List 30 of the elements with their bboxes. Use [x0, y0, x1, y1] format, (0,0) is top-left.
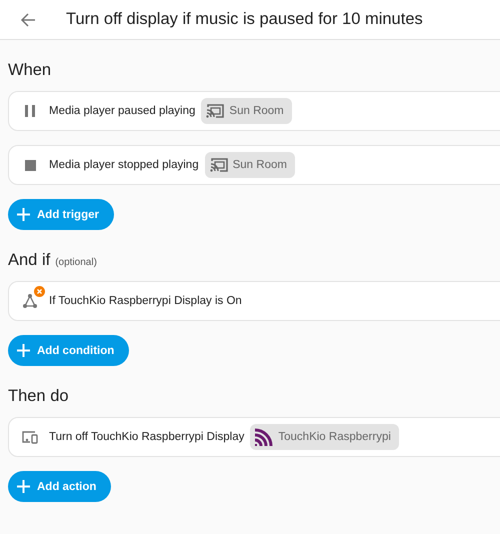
stop-icon: [24, 160, 36, 170]
plus-icon: [17, 344, 30, 357]
item-text: If TouchKio Raspberrypi Display is On: [49, 295, 242, 307]
section-heading: Then do: [8, 387, 69, 406]
entity-chip[interactable]: TouchKio Raspberrypi: [250, 424, 399, 450]
action-card[interactable]: Turn off TouchKio Raspberrypi Display TouchKio Raspberrypi: [8, 417, 500, 457]
trigger-card[interactable]: Media player stopped playing Sun Room: [8, 145, 500, 185]
page-title: Turn off display if music is paused for 10 minutes: [66, 10, 423, 29]
item-text: Media player paused playing: [49, 105, 196, 117]
section-heading: And if: [8, 251, 50, 270]
add-button[interactable]: Add action: [8, 471, 112, 502]
add-button[interactable]: Add trigger: [8, 199, 114, 230]
devices-icon: [21, 430, 39, 444]
section-note: (optional): [55, 257, 97, 268]
cast-icon: [208, 157, 229, 173]
entity-chip[interactable]: Sun Room: [204, 152, 295, 178]
wireless-signal-icon: [254, 427, 274, 447]
triangle-nodes-icon: [22, 293, 38, 309]
add-button[interactable]: Add condition: [8, 335, 130, 366]
trigger-card[interactable]: Media player paused playing Sun Room: [8, 91, 500, 131]
cast-icon: [205, 103, 226, 119]
back-arrow-icon[interactable]: [20, 12, 36, 28]
pause-icon: [25, 105, 35, 117]
plus-icon: [17, 480, 30, 493]
item-text: Turn off TouchKio Raspberrypi Display: [49, 431, 244, 443]
plus-icon: [17, 208, 30, 221]
item-text: Media player stopped playing: [49, 159, 199, 171]
section-heading: When: [8, 61, 52, 80]
condition-card[interactable]: If TouchKio Raspberrypi Display is On: [8, 281, 500, 321]
entity-chip[interactable]: Sun Room: [201, 98, 292, 124]
